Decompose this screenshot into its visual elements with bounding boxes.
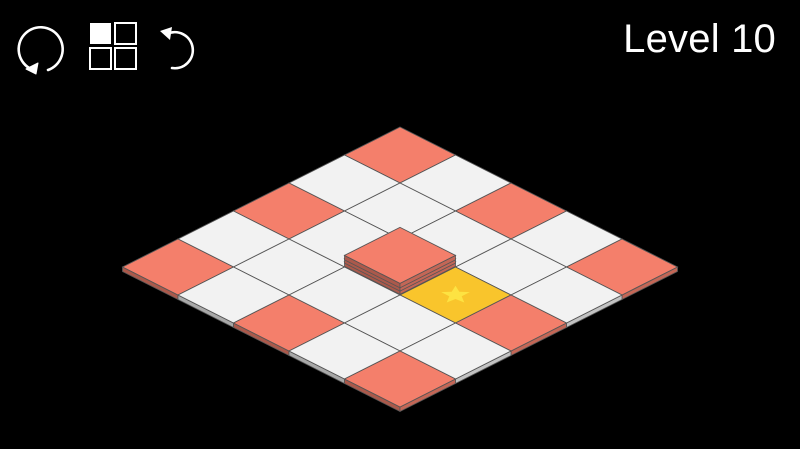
undo-icon [160, 27, 195, 70]
game-screen: Level 10 [0, 0, 800, 449]
restart-icon [17, 25, 64, 75]
level-indicator: Level 10 [623, 17, 776, 61]
level-select-button[interactable] [86, 19, 140, 73]
undo-button[interactable] [152, 20, 202, 72]
restart-button[interactable] [14, 20, 70, 76]
level-select-grid-icon [89, 22, 137, 70]
